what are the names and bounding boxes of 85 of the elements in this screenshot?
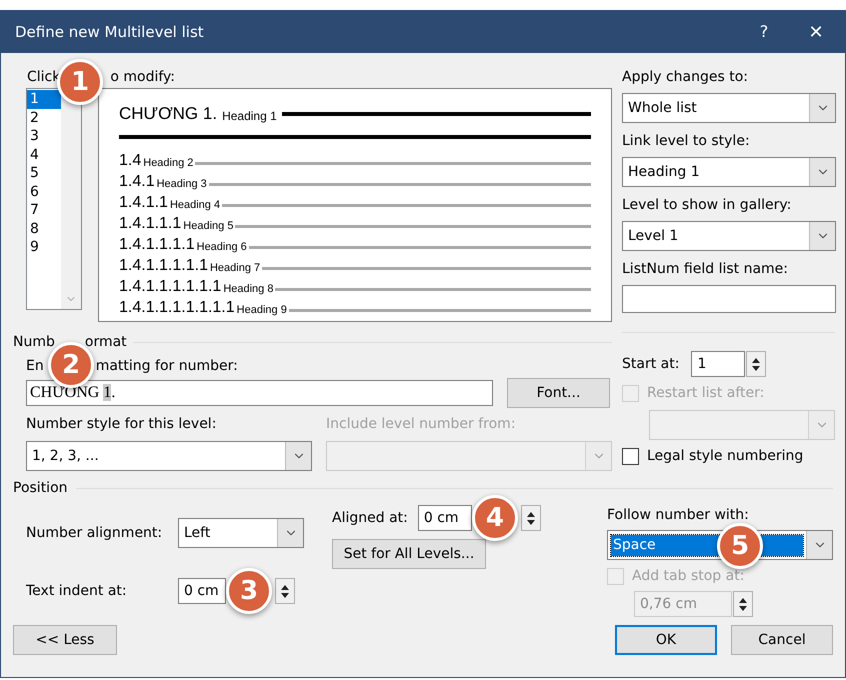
dropdown-value: 1, 2, 3, ...: [31, 446, 100, 466]
dialog-button[interactable]: Cancel: [731, 625, 833, 655]
chevron-icon: [806, 531, 832, 559]
preview-number: 1.4.1.1.1.1: [119, 236, 195, 254]
preview-style: Heading 4: [170, 198, 220, 212]
field-label: Number alignment:: [26, 524, 164, 542]
close-button[interactable]: ✕: [787, 11, 845, 53]
level-item[interactable]: 6: [27, 182, 61, 201]
number-field[interactable]: 1: [691, 351, 746, 377]
checkbox[interactable]: [622, 448, 639, 465]
chevron-icon: [285, 442, 311, 470]
dropdown-value: Level 1: [627, 226, 680, 246]
field-label: Aligned at:: [332, 508, 408, 528]
chevron-icon: [808, 411, 834, 439]
field-label: Text indent at:: [26, 582, 128, 600]
dropdown-value: Heading 1: [627, 162, 701, 182]
field-label: Add tab stop at:: [632, 567, 744, 586]
dialog-button[interactable]: Font...: [507, 378, 610, 408]
text-field[interactable]: [622, 285, 836, 313]
field-label: Number style for this level:: [26, 415, 218, 434]
preview-style: Heading 7: [210, 261, 260, 275]
preview-number: 1.4.1.1: [119, 194, 168, 212]
chevron-icon: [809, 222, 835, 250]
field-label: o modify:: [110, 68, 176, 87]
preview-number: 1.4.1.1.1.1.1.1.1: [119, 299, 235, 317]
preview-style: Heading 5: [183, 219, 234, 233]
preview-style: Heading 2: [143, 156, 194, 170]
spinner-arrows-icon[interactable]: [733, 591, 753, 617]
field-label: Apply changes to:: [622, 68, 750, 87]
callout-tooltip: 1: [57, 59, 103, 105]
preview-number: 1.4.1: [119, 173, 155, 191]
preview-style: Heading 6: [196, 240, 247, 254]
preview-number: 1.4.1.1.1: [119, 215, 182, 233]
field-label: Legal style numbering: [647, 447, 804, 466]
field-label: En: [26, 357, 44, 376]
preview-number: 1.4: [119, 152, 142, 170]
field-label: Include level number from:: [326, 415, 517, 434]
level-item[interactable]: 5: [27, 164, 61, 182]
field-label: Follow number with:: [607, 506, 750, 525]
callout-tooltip: 4: [472, 495, 518, 541]
level-item[interactable]: 3: [27, 127, 61, 146]
dropdown[interactable]: 1, 2, 3, ...: [26, 441, 312, 471]
level-item[interactable]: 7: [27, 201, 61, 220]
chevron-icon: [585, 442, 611, 470]
level-item[interactable]: 1: [27, 90, 61, 108]
preview-number: 1.4.1.1.1.1.1: [119, 257, 208, 275]
chevron-icon: [809, 158, 835, 186]
spinner-arrows-icon[interactable]: [520, 505, 541, 531]
callout-tooltip: 3: [226, 568, 272, 614]
number-field[interactable]: 0 cm: [178, 578, 226, 604]
field-label: Level to show in gallery:: [622, 196, 792, 215]
field-label: matting for number:: [96, 357, 238, 376]
dropdown[interactable]: Whole list: [622, 93, 836, 123]
field-label: ListNum field list name:: [622, 260, 789, 279]
field-label: Link level to style:: [622, 132, 751, 151]
spinner-arrows-icon[interactable]: [275, 578, 295, 604]
dialog-button[interactable]: OK: [615, 625, 717, 655]
field-label: Start at:: [622, 354, 680, 374]
preview-number: 1.4.1.1.1.1.1.1: [119, 278, 222, 296]
chevron-icon: [809, 94, 835, 122]
preview-style: Heading 3: [156, 177, 207, 191]
dropdown-value: Whole list: [627, 98, 698, 118]
section-heading: Position: [13, 478, 68, 498]
callout-tooltip: 5: [717, 523, 763, 569]
dropdown[interactable]: Left: [178, 518, 304, 548]
dropdown-value: Left: [183, 524, 212, 542]
preview-style: Heading 9: [236, 303, 287, 317]
field-label: Restart list after:: [647, 384, 764, 403]
dialog-button[interactable]: Set for All Levels...: [332, 539, 486, 569]
preview-number: CHƯƠNG 1.: [119, 103, 218, 126]
dropdown[interactable]: Level 1: [622, 221, 836, 251]
spinner-arrows-icon[interactable]: [746, 351, 766, 377]
level-item[interactable]: 8: [27, 220, 61, 238]
chevron-icon: [277, 519, 303, 547]
level-item[interactable]: 9: [27, 238, 61, 256]
format-field[interactable]: CHƯƠNG 1.: [26, 380, 493, 406]
preview-style: Heading 1: [222, 108, 277, 124]
help-button[interactable]: ?: [741, 11, 787, 53]
level-item[interactable]: 4: [27, 146, 61, 164]
number-field[interactable]: 0 cm: [418, 505, 472, 531]
dropdown[interactable]: Heading 1: [622, 157, 836, 187]
level-item[interactable]: 2: [27, 108, 61, 127]
preview-style: Heading 8: [223, 282, 274, 296]
dialog-button[interactable]: << Less: [13, 625, 117, 655]
window-title: Define new Multilevel list: [14, 22, 205, 43]
